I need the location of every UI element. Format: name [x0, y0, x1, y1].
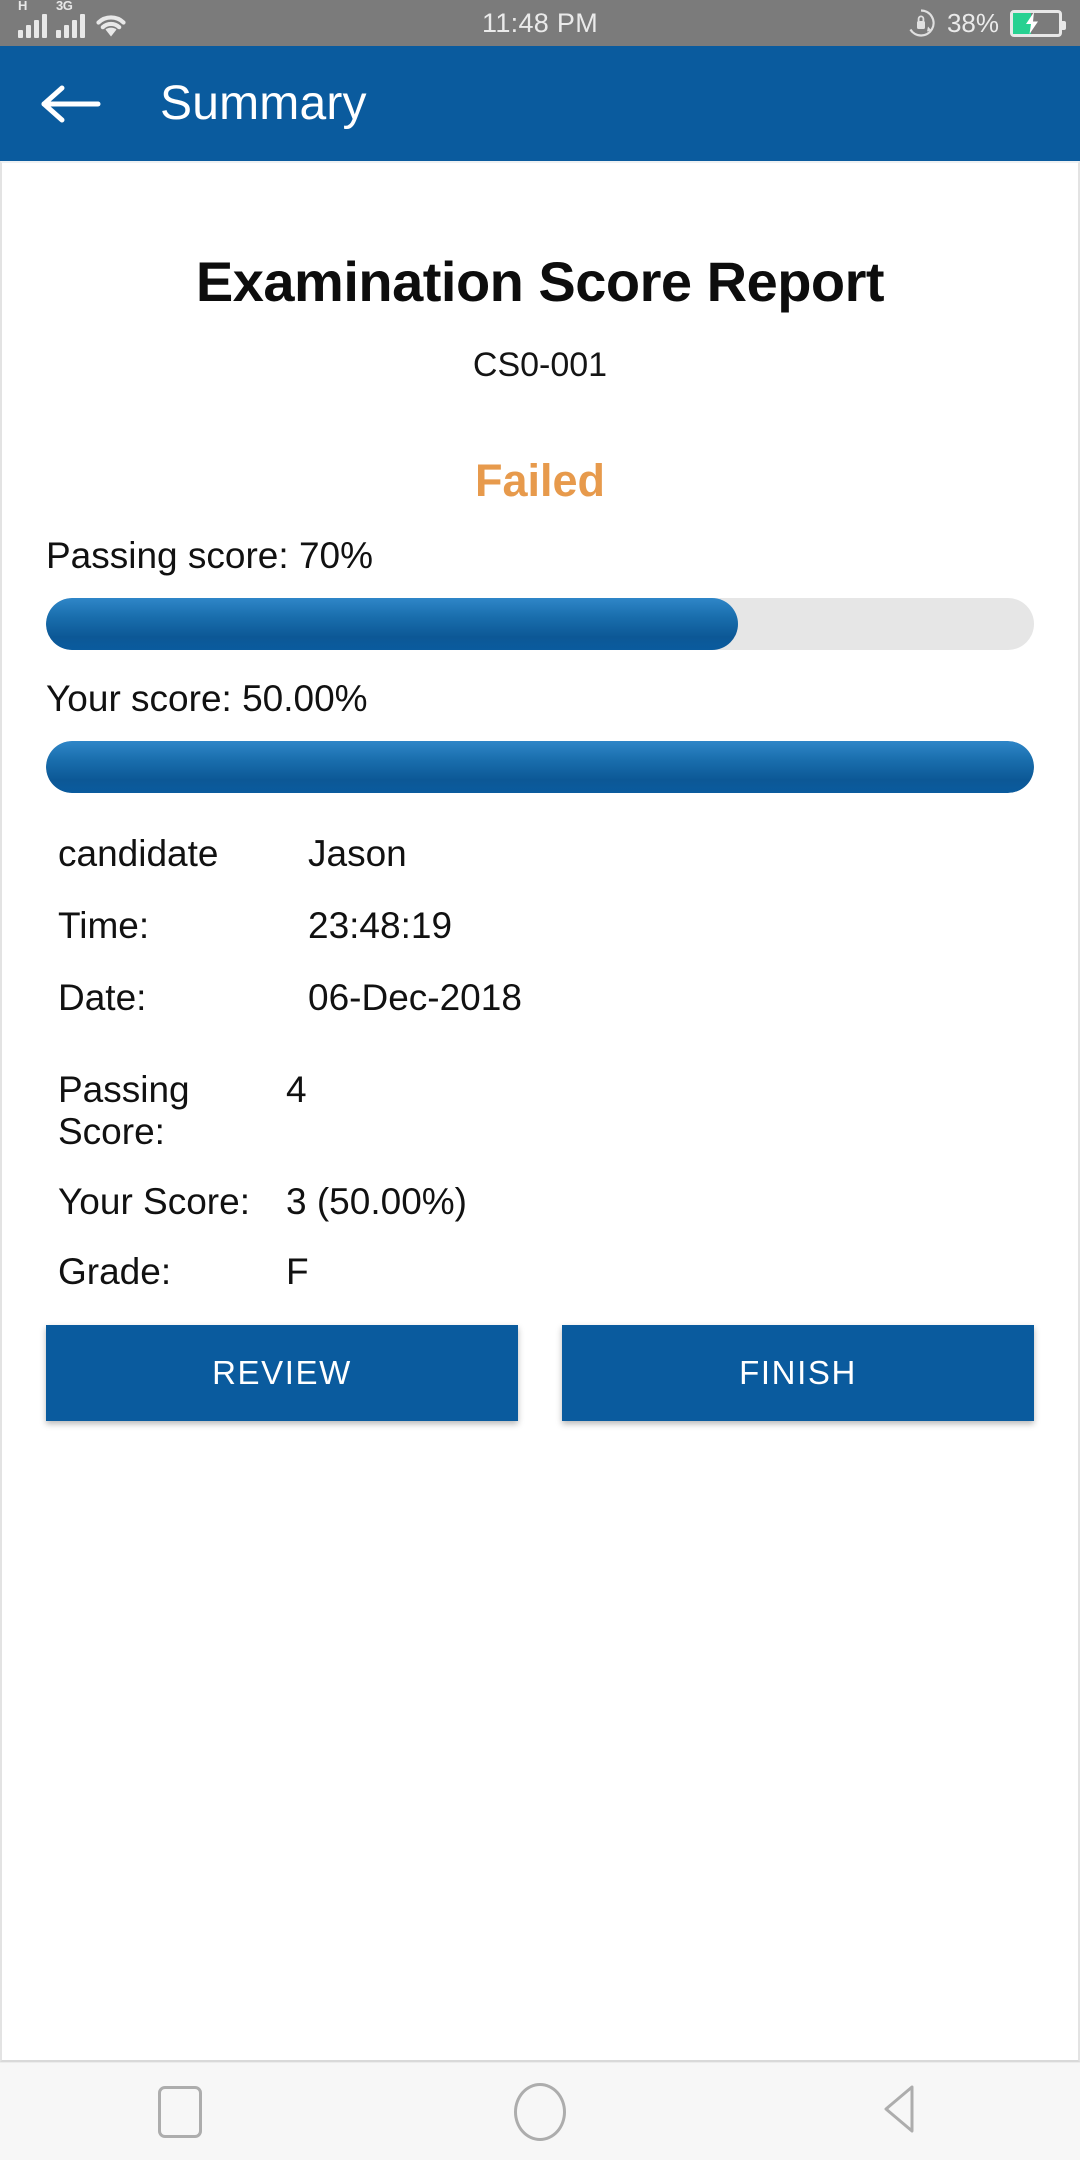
detail-key: candidate [58, 833, 219, 874]
battery-percent-label: 38% [946, 7, 999, 38]
score-value: 4 [286, 1069, 307, 1110]
back-triangle-icon [876, 2081, 924, 2142]
score-key: Passing Score: [58, 1069, 190, 1152]
detail-value: 06-Dec-2018 [308, 977, 522, 1018]
page-title: Summary [160, 77, 367, 130]
detail-value: 23:48:19 [308, 905, 453, 946]
review-button[interactable]: REVIEW [46, 1325, 518, 1421]
table-row: candidate Jason [46, 833, 1034, 875]
nav-recents-button[interactable] [120, 2063, 240, 2160]
exam-code: CS0-001 [472, 346, 608, 384]
table-row: Passing Score: 4 [46, 1069, 1034, 1153]
app-bar: Summary [0, 46, 1080, 161]
your-score-label: Your score: 50.00% [46, 678, 368, 719]
report-heading: Examination Score Report [195, 250, 885, 313]
finish-button[interactable]: FINISH [562, 1325, 1034, 1421]
score-details: Passing Score: 4 Your Score: 3 (50.00%) … [46, 1069, 1034, 1293]
android-navigation-bar [0, 2062, 1080, 2160]
table-row: Date: 06-Dec-2018 [46, 977, 1034, 1019]
score-value: 3 (50.00%) [286, 1181, 467, 1222]
nav-back-button[interactable] [840, 2063, 960, 2160]
back-arrow-icon[interactable] [40, 82, 104, 126]
rotation-lock-icon [906, 8, 936, 38]
report-card: Examination Score Report CS0-001 Failed … [0, 161, 1080, 2062]
result-verdict: Failed [474, 455, 606, 506]
home-circle-icon [514, 2082, 566, 2141]
status-bar-right: 38% [906, 7, 1066, 39]
detail-key: Time: [58, 905, 150, 946]
score-key: Your Score: [58, 1181, 250, 1222]
recents-square-icon [158, 2085, 202, 2138]
your-score-progressbar [46, 741, 1034, 793]
table-row: Your Score: 3 (50.00%) [46, 1181, 1034, 1223]
passing-score-progressbar [46, 598, 1034, 650]
action-buttons: REVIEW FINISH [46, 1325, 1034, 1421]
passing-score-progress-fill [46, 598, 738, 650]
candidate-details: candidate Jason Time: 23:48:19 Date: 06-… [46, 833, 1034, 1019]
passing-score-label: Passing score: 70% [46, 535, 374, 576]
table-row: Time: 23:48:19 [46, 905, 1034, 947]
battery-charging-icon [1010, 9, 1066, 37]
phone-screen: H 3G 11:48 PM 38% Summary Examination Sc… [0, 0, 1080, 2160]
score-value: F [286, 1251, 309, 1292]
nav-home-button[interactable] [480, 2063, 600, 2160]
detail-key: Date: [58, 977, 147, 1018]
detail-value: Jason [308, 833, 407, 874]
score-key: Grade: [58, 1251, 172, 1292]
your-score-progress-fill [46, 741, 1034, 793]
status-bar: H 3G 11:48 PM 38% [0, 0, 1080, 46]
table-row: Grade: F [46, 1251, 1034, 1293]
